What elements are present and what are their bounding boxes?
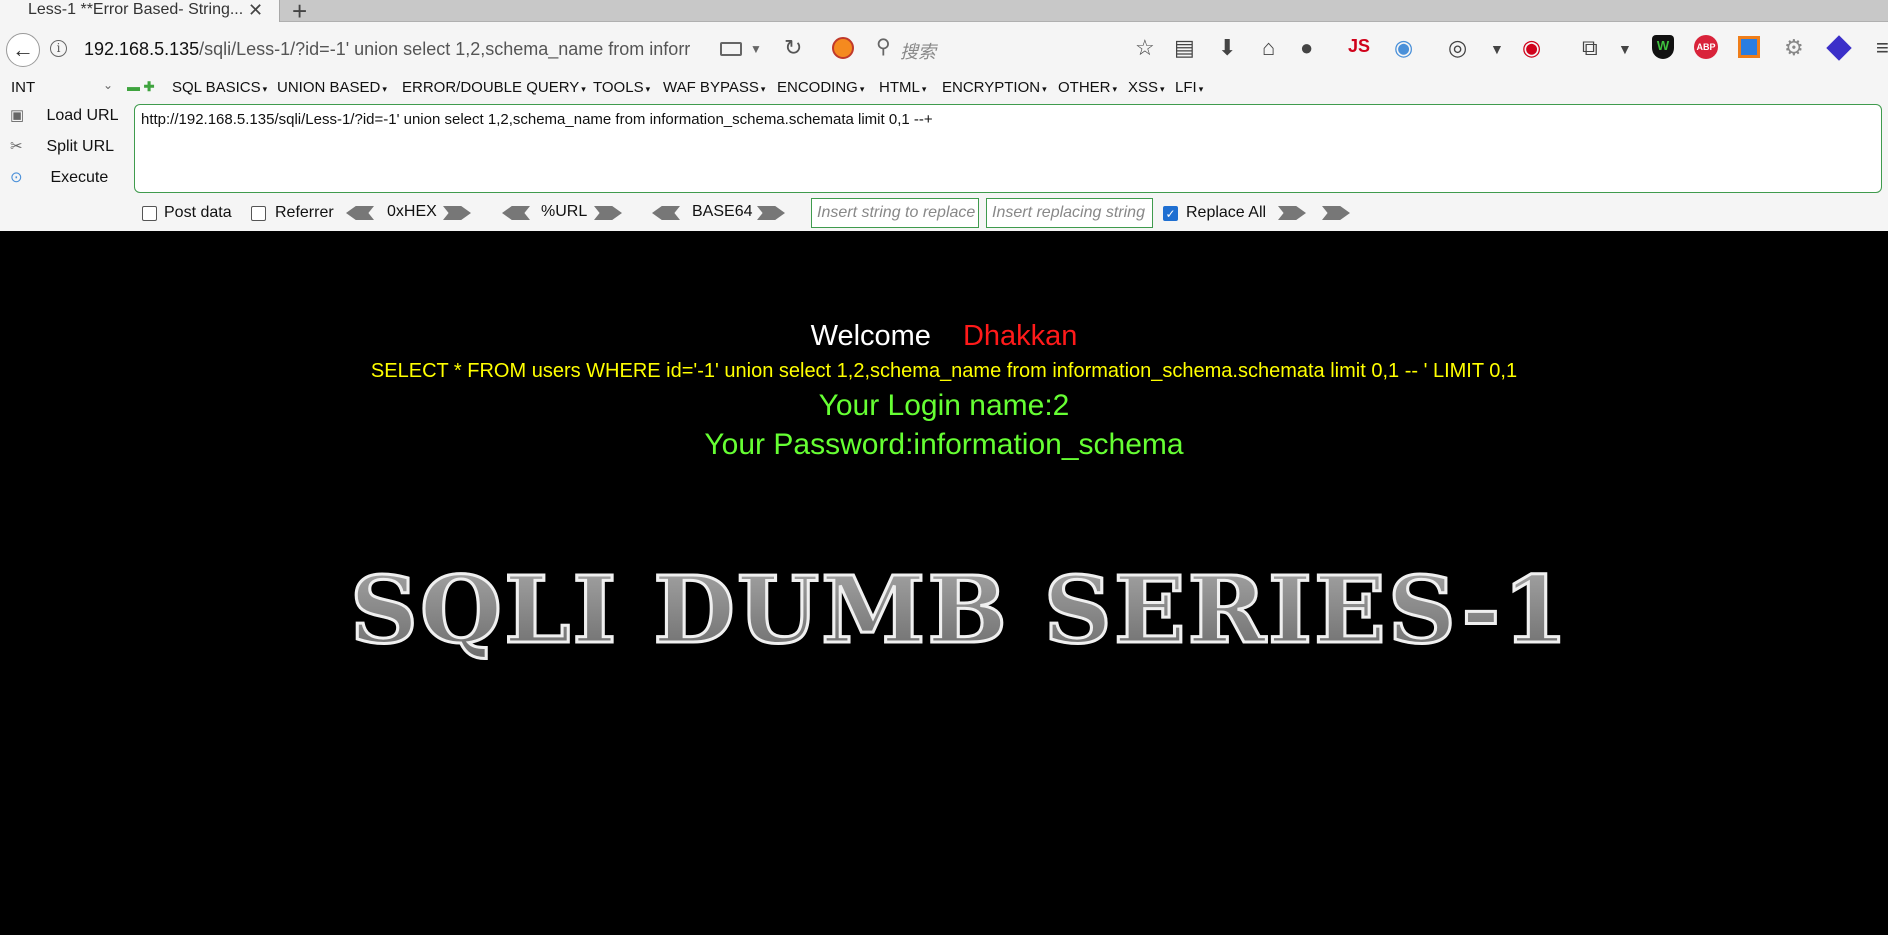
download-icon[interactable]: ⬇ [1218, 35, 1236, 61]
nav-bar: ← i 192.168.5.135/sqli/Less-1/?id=-1' un… [0, 23, 1888, 77]
replacing-string-input[interactable]: Insert replacing string [986, 198, 1153, 228]
login-name-text: Your Login name:2 [818, 389, 1070, 422]
tab-less-1[interactable]: Less-1 **Error Based- String... ✕ [0, 0, 280, 22]
referrer-label: Referrer [275, 204, 334, 221]
tab-close-icon[interactable]: ✕ [248, 0, 263, 21]
url-decode-arrow-icon[interactable] [502, 206, 530, 220]
page-action-dropdown-icon[interactable]: ▼ [1618, 41, 1632, 57]
menu-error-double-query[interactable]: ERROR/DOUBLE QUERY [402, 79, 586, 96]
palette-icon[interactable]: ◎ [1448, 35, 1467, 61]
addon-globe-icon[interactable]: ● [1300, 35, 1313, 61]
browser-chrome: Less-1 **Error Based- String... ✕ + ← i … [0, 0, 1888, 231]
hackbar-url-textarea[interactable]: http://192.168.5.135/sqli/Less-1/?id=-1'… [134, 104, 1882, 193]
sqli-dumb-series-banner: SQLI DUMB SERIES-1 [340, 546, 1580, 666]
hackbar-options-row: Post data Referrer 0xHEX %URL BASE64 Ins… [0, 198, 1888, 228]
back-button[interactable]: ← [6, 33, 40, 67]
load-url-button[interactable]: ▣ Load URL [10, 106, 119, 125]
url-host: 192.168.5.135 [84, 39, 200, 59]
menu-sql-basics[interactable]: SQL BASICS [172, 79, 267, 96]
replace-all-checkbox[interactable]: ✓ [1163, 206, 1178, 221]
hackbar-menu: INT ⌄ ▬ ✚ SQL BASICS UNION BASED ERROR/D… [0, 77, 1888, 99]
replace-arrow-icon[interactable] [1278, 206, 1306, 220]
address-bar[interactable]: 192.168.5.135/sqli/Less-1/?id=-1' union … [84, 39, 714, 60]
addon-square-icon[interactable] [1738, 36, 1760, 58]
tab-strip: Less-1 **Error Based- String... ✕ + [0, 0, 1888, 26]
plus-minus-icon[interactable]: ▬ ✚ [127, 79, 155, 95]
sql-query-text: SELECT * FROM users WHERE id='-1' union … [370, 360, 1518, 382]
gear-icon[interactable]: ⚙ [1784, 35, 1804, 61]
menu-tools[interactable]: TOOLS [593, 79, 650, 96]
menu-html[interactable]: HTML [879, 79, 926, 96]
reader-view-icon[interactable] [720, 42, 742, 56]
home-icon[interactable]: ⌂ [1262, 35, 1275, 61]
addon-color-icon[interactable]: ◉ [1394, 35, 1413, 61]
tab-title: Less-1 **Error Based- String... [28, 1, 244, 18]
addon-red-icon[interactable]: ◉ [1522, 35, 1541, 61]
js-toggle-icon[interactable]: JS [1348, 36, 1370, 57]
banner-logo: SQLI DUMB SERIES-1 [349, 555, 1570, 666]
split-url-button[interactable]: ✂ Split URL [10, 137, 114, 156]
menu-icon[interactable]: ≡ [1876, 35, 1888, 61]
load-url-label: Load URL [46, 107, 119, 124]
menu-waf-bypass[interactable]: WAF BYPASS [663, 79, 765, 96]
site-info-icon[interactable]: i [50, 40, 67, 57]
base64-encode-arrow-icon[interactable] [757, 206, 785, 220]
bookmark-star-icon[interactable]: ☆ [1135, 35, 1155, 61]
referrer-checkbox[interactable] [251, 206, 266, 221]
menu-union-based[interactable]: UNION BASED [277, 79, 387, 96]
base64-label: BASE64 [692, 203, 753, 220]
banner-text: SQLI DUMB SERIES-1 [350, 556, 1570, 664]
split-url-icon: ✂ [10, 138, 23, 155]
reading-list-icon[interactable]: ▤ [1174, 35, 1195, 61]
int-select[interactable]: INT [11, 79, 35, 96]
execute-button[interactable]: ⊙ Execute [10, 168, 108, 187]
adblock-icon[interactable]: ABP [1694, 35, 1718, 59]
user-name: Dhakkan [962, 320, 1078, 352]
hex-label: 0xHEX [387, 203, 437, 220]
load-url-icon: ▣ [10, 107, 25, 124]
password-text: Your Password:information_schema [704, 428, 1184, 461]
hex-encode-arrow-icon[interactable] [443, 206, 471, 220]
addon-diamond-icon[interactable] [1826, 35, 1852, 61]
post-data-label: Post data [164, 204, 232, 221]
menu-encoding[interactable]: ENCODING [777, 79, 864, 96]
search-icon: ⚲ [876, 36, 891, 58]
page-content: Welcome Dhakkan SELECT * FROM users WHERE… [0, 232, 1888, 935]
split-url-label: Split URL [46, 138, 115, 155]
shield-icon[interactable]: W [1652, 35, 1674, 59]
url-encode-arrow-icon[interactable] [594, 206, 622, 220]
replace-string-input[interactable]: Insert string to replace [811, 198, 979, 228]
replace-all-label: Replace All [1186, 204, 1267, 221]
post-data-checkbox[interactable] [142, 206, 157, 221]
urlenc-label: %URL [541, 203, 588, 220]
execute-label: Execute [50, 169, 109, 186]
url-path: /sqli/Less-1/?id=-1' union select 1,2,sc… [199, 39, 691, 59]
menu-encryption[interactable]: ENCRYPTION [942, 79, 1047, 96]
replace-all-arrow-icon[interactable] [1322, 206, 1350, 220]
welcome-row: Welcome Dhakkan [0, 320, 1888, 353]
menu-lfi[interactable]: LFI [1175, 79, 1203, 96]
reload-icon[interactable]: ↻ [784, 35, 802, 61]
welcome-text: Welcome [810, 320, 931, 352]
int-select-chevron-icon[interactable]: ⌄ [103, 78, 113, 92]
blocker-addon-icon[interactable] [832, 37, 854, 59]
palette-dropdown-icon[interactable]: ▼ [1490, 41, 1504, 57]
base64-decode-arrow-icon[interactable] [652, 206, 680, 220]
menu-other[interactable]: OTHER [1058, 79, 1117, 96]
hex-decode-arrow-icon[interactable] [346, 206, 374, 220]
address-dropdown-icon[interactable]: ▼ [750, 42, 762, 56]
search-input[interactable]: 搜索 [900, 38, 936, 64]
execute-icon: ⊙ [10, 169, 23, 186]
menu-xss[interactable]: XSS [1128, 79, 1165, 96]
page-action-icon[interactable]: ⧉ [1582, 35, 1598, 61]
